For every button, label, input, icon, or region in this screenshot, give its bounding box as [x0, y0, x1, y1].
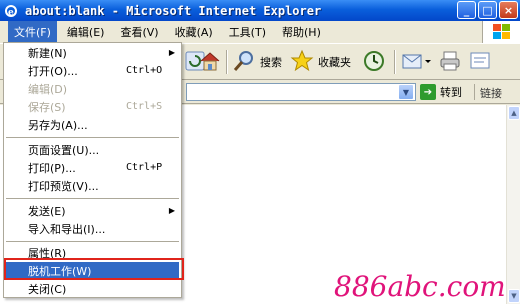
menu-item-import-export[interactable]: 导入和导出(I)... [6, 220, 179, 237]
address-dropdown-button[interactable]: ▼ [398, 84, 414, 100]
menu-favorites[interactable]: 收藏(A) [169, 21, 219, 43]
menu-item-send[interactable]: 发送(E) ▶ [6, 202, 179, 219]
menu-help[interactable]: 帮助(H) [276, 21, 327, 43]
go-arrow-icon: ➔ [420, 84, 436, 100]
menu-separator [6, 137, 179, 138]
menu-separator [6, 198, 179, 199]
search-label: 搜索 [260, 56, 282, 69]
menu-item-save: 保存(S) Ctrl+S [28, 100, 163, 114]
favorites-label: 收藏夹 [318, 56, 351, 69]
history-button[interactable] [362, 48, 386, 76]
submenu-arrow-icon: ▶ [168, 48, 175, 57]
menu-bar: 文件(F) 编辑(E) 查看(V) 收藏(A) 工具(T) 帮助(H) [0, 21, 520, 43]
menu-item-save-as[interactable]: 另存为(A)... [6, 116, 179, 133]
search-icon [232, 49, 256, 76]
menu-item-print-preview[interactable]: 打印预览(V)... [6, 177, 179, 194]
window-title: about:blank - Microsoft Internet Explore… [25, 3, 322, 18]
mail-button[interactable] [401, 48, 431, 76]
ie-logo-icon[interactable]: e [3, 3, 19, 19]
submenu-arrow-icon: ▶ [168, 206, 175, 215]
go-label: 转到 [440, 86, 462, 99]
search-button[interactable]: 搜索 [232, 48, 282, 76]
address-input[interactable] [186, 83, 416, 101]
title-bar: e about:blank - Microsoft Internet Explo… [0, 0, 520, 21]
home-button[interactable] [198, 48, 222, 76]
close-button[interactable]: × [499, 1, 518, 19]
printer-icon [438, 49, 462, 76]
scroll-up-button[interactable]: ▲ [508, 106, 520, 120]
menu-item-print[interactable]: 打印(P)... Ctrl+P [6, 159, 179, 176]
menu-item-edit: 编辑(D) [28, 82, 68, 96]
menu-view[interactable]: 查看(V) [114, 21, 164, 43]
menu-item-close[interactable]: 关闭(C) [6, 280, 179, 297]
menu-item-page-setup[interactable]: 页面设置(U)... [6, 141, 179, 158]
menu-file[interactable]: 文件(F) [8, 21, 57, 43]
windows-logo-icon [482, 21, 520, 43]
print-button[interactable] [438, 48, 462, 76]
menu-edit[interactable]: 编辑(E) [61, 21, 111, 43]
edit-page-button[interactable] [468, 48, 492, 76]
minimize-button[interactable]: _ [457, 1, 476, 19]
menu-tools[interactable]: 工具(T) [223, 21, 272, 43]
home-icon [198, 49, 222, 76]
chevron-down-icon: ▼ [402, 87, 410, 97]
history-icon [362, 49, 386, 76]
links-label[interactable]: 链接 [480, 85, 502, 101]
menu-item-new[interactable]: 新建(N) ▶ [6, 44, 179, 61]
watermark: 886abc.com [334, 270, 506, 303]
scroll-down-button[interactable]: ▼ [508, 289, 520, 303]
go-button[interactable]: ➔ 转到 [420, 83, 462, 101]
vertical-scrollbar[interactable]: ▲ ▼ [506, 105, 520, 304]
edit-page-icon [468, 49, 492, 76]
highlight-annotation-box [4, 258, 184, 280]
mail-icon [401, 50, 431, 75]
menu-separator [6, 241, 179, 242]
menu-item-open[interactable]: 打开(O)... Ctrl+O [6, 62, 179, 79]
maximize-button[interactable]: □ [478, 1, 497, 19]
star-icon [290, 49, 314, 76]
svg-text:e: e [8, 8, 14, 18]
favorites-button[interactable]: 收藏夹 [290, 48, 351, 76]
